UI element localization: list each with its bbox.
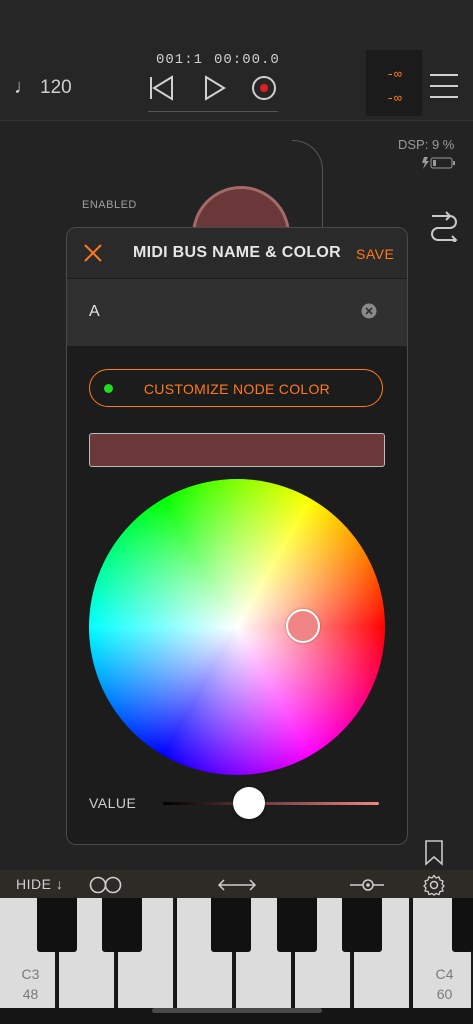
black-key[interactable]: [37, 898, 77, 952]
connection-line: [292, 140, 323, 231]
keyboard-toolbar: HIDE ↓: [0, 870, 473, 898]
play-icon[interactable]: [198, 72, 230, 104]
slider-icon[interactable]: [348, 874, 386, 896]
menu-icon[interactable]: [430, 74, 458, 102]
bus-name-input[interactable]: [89, 299, 349, 325]
key-note-label: C4: [435, 966, 454, 982]
gear-icon[interactable]: [423, 874, 445, 896]
home-indicator: [152, 1008, 322, 1013]
horizontal-arrows-icon[interactable]: [216, 874, 258, 896]
position-readout: 001:1: [156, 52, 204, 68]
tempo-value: 120: [40, 77, 72, 98]
bookmark-icon[interactable]: [424, 840, 444, 866]
output-meter[interactable]: -∞ -∞: [366, 50, 422, 116]
black-key[interactable]: [452, 898, 473, 952]
enabled-label: ENABLED: [82, 199, 137, 211]
note-icon: ♩: [14, 76, 34, 98]
value-label: VALUE: [89, 795, 137, 811]
customize-node-color-button[interactable]: CUSTOMIZE NODE COLOR: [89, 369, 383, 407]
value-slider-track[interactable]: [163, 802, 379, 805]
clear-text-icon[interactable]: [361, 303, 377, 319]
rewind-icon[interactable]: [146, 72, 178, 104]
arrow-down-icon: ↓: [55, 876, 64, 892]
piano-keyboard: C3 48 C4 60: [0, 898, 473, 1024]
color-wheel[interactable]: [89, 479, 385, 775]
color-wheel-handle[interactable]: [286, 609, 320, 643]
routing-icon[interactable]: [428, 206, 460, 242]
hide-keyboard-button[interactable]: HIDE ↓: [16, 876, 63, 892]
time-readout: 00:00.0: [214, 52, 280, 68]
bus-name-color-dialog: MIDI BUS NAME & COLOR SAVE CUSTOMIZE NOD…: [66, 227, 408, 845]
dialog-header: MIDI BUS NAME & COLOR SAVE: [67, 228, 407, 278]
meter-top-value: -∞: [386, 67, 402, 82]
customize-node-color-label: CUSTOMIZE NODE COLOR: [143, 381, 331, 397]
black-key[interactable]: [211, 898, 251, 952]
loop-icon[interactable]: [88, 874, 124, 896]
hide-label: HIDE: [16, 876, 52, 892]
black-key[interactable]: [342, 898, 382, 952]
transport-divider: [148, 111, 278, 112]
key-note-label: C3: [21, 966, 40, 982]
battery-icon: [422, 157, 455, 169]
black-key[interactable]: [102, 898, 142, 952]
save-button[interactable]: SAVE: [356, 246, 394, 262]
key-number-label: 60: [436, 986, 453, 1002]
key-number-label: 48: [22, 986, 39, 1002]
selected-color-swatch: [89, 433, 385, 467]
value-slider-thumb[interactable]: [233, 787, 266, 819]
record-icon[interactable]: [248, 72, 280, 104]
black-key[interactable]: [277, 898, 317, 952]
name-field-row: [67, 279, 407, 346]
dsp-readout: DSP: 9 %: [398, 137, 455, 152]
meter-bottom-value: -∞: [386, 91, 402, 106]
tempo-display[interactable]: ♩ 120: [14, 76, 72, 99]
